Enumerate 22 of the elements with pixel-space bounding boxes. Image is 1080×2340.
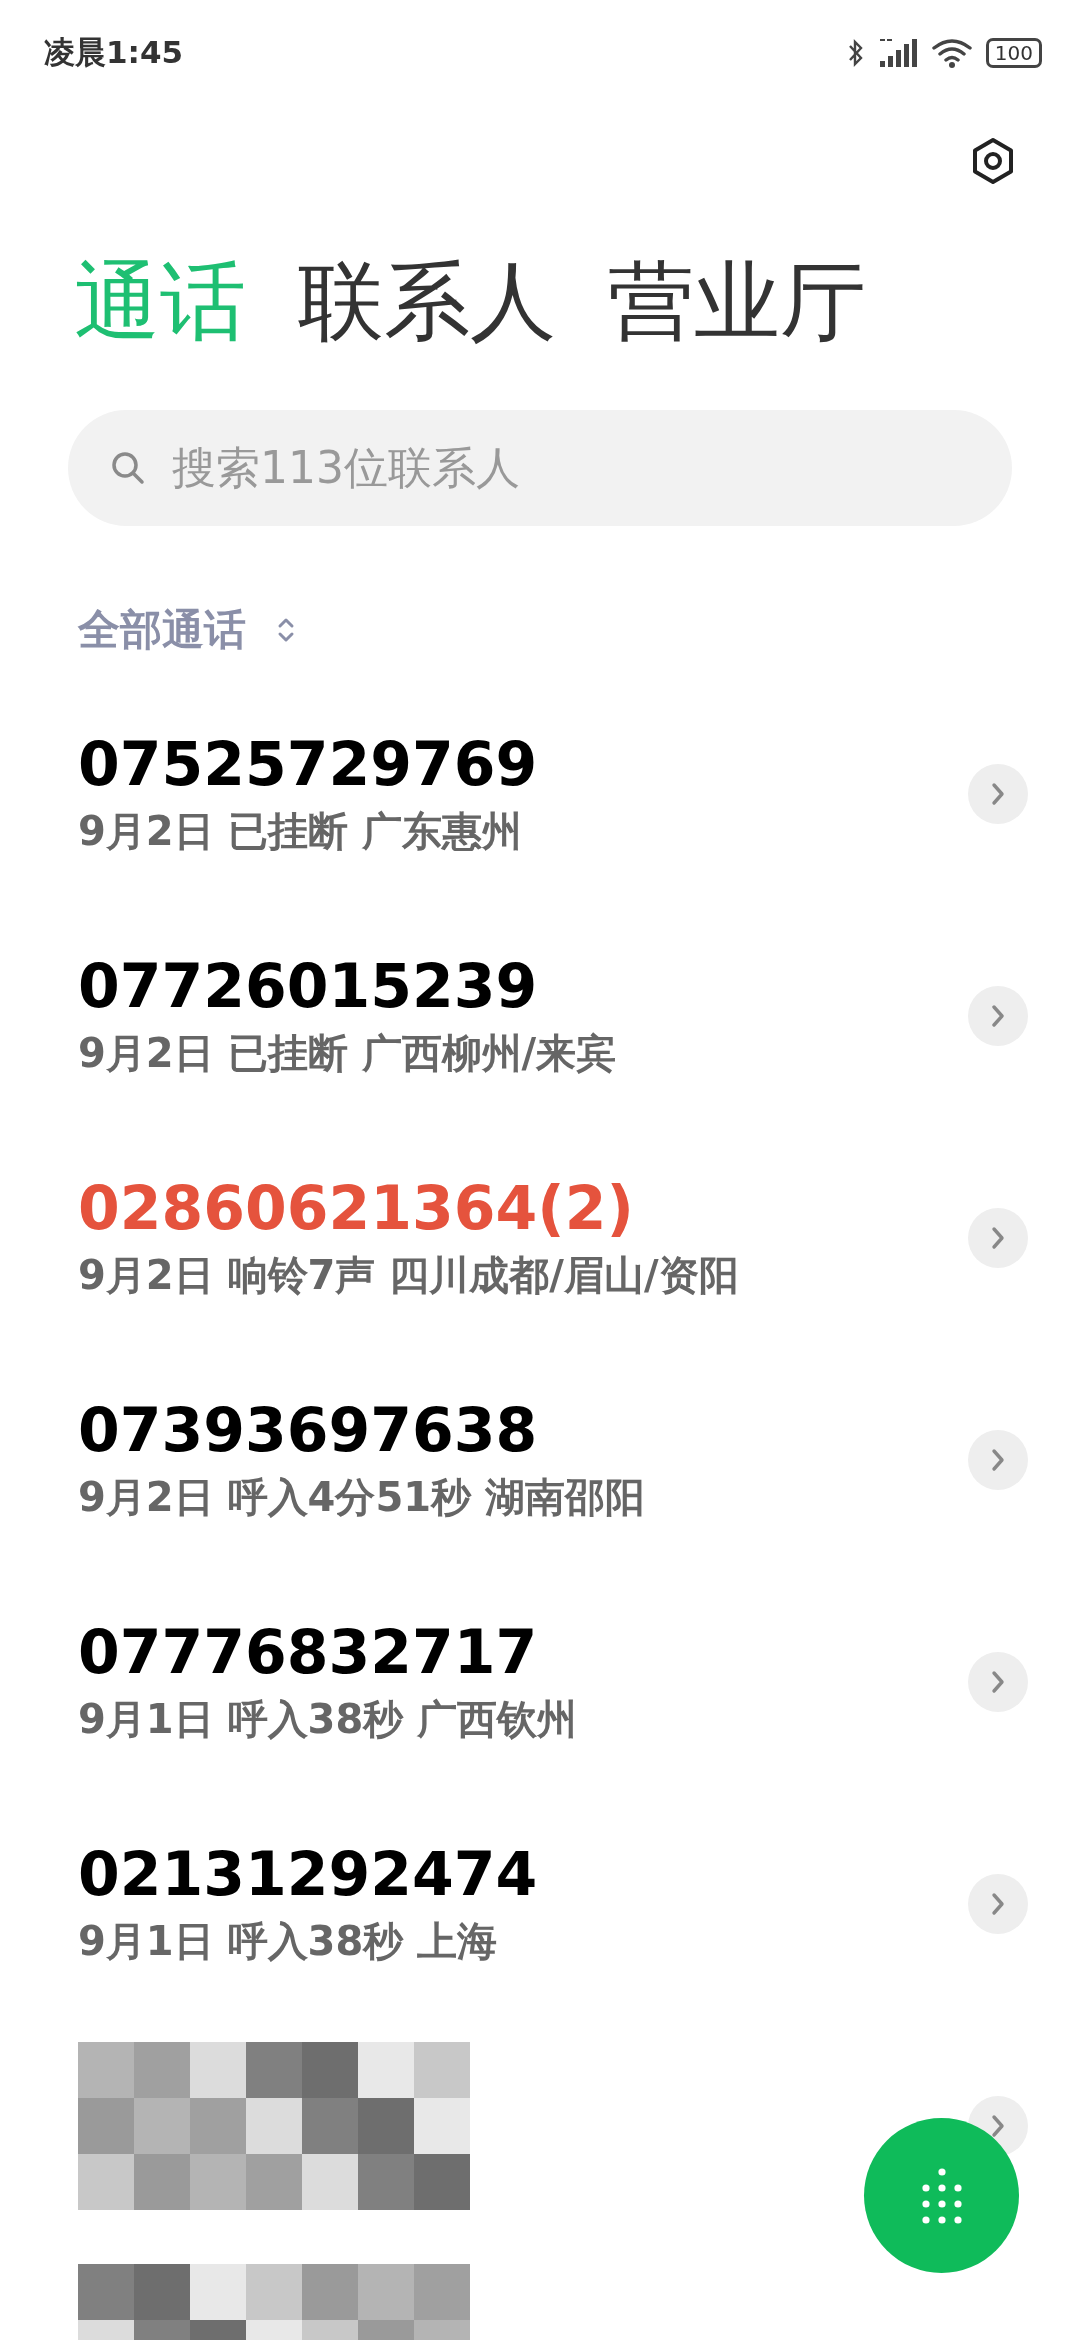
search-bar[interactable]: 搜索113位联系人 xyxy=(68,409,1012,526)
signal-icon xyxy=(877,37,918,69)
dialpad-icon xyxy=(921,2167,962,2224)
phone-number: 07726015239 xyxy=(78,950,539,1023)
call-detail: 9月1日 呼入38秒 上海 xyxy=(78,1917,499,1967)
phone-number: 02860621364(2) xyxy=(78,1172,635,1245)
phone-number: 07393697638 xyxy=(78,1394,539,1467)
status-time: 凌晨1:45 xyxy=(44,33,184,72)
call-detail: 9月2日 已挂断 广西柳州/来宾 xyxy=(78,1029,617,1079)
call-detail: 9月2日 已挂断 广东惠州 xyxy=(78,807,523,857)
bluetooth-icon xyxy=(847,39,864,67)
battery-level: 100 xyxy=(994,43,1033,63)
call-detail: 9月2日 响铃7声 四川成都/眉山/资阳 xyxy=(78,1251,739,1301)
wifi-icon xyxy=(931,38,972,68)
call-detail: 9月1日 呼入38秒 广西钦州 xyxy=(78,1695,578,1745)
phone-number: 02131292474 xyxy=(78,1838,538,1911)
phone-number: 07776832717 xyxy=(78,1616,539,1689)
tab[interactable]: 联系人 xyxy=(298,246,556,358)
phone-number: 07525729769 xyxy=(78,728,538,801)
search-field[interactable]: 搜索113位联系人 xyxy=(170,441,972,495)
call-detail: 9月2日 呼入4分51秒 湖南邵阳 xyxy=(78,1473,645,1523)
tab[interactable]: 营业厅 xyxy=(608,246,866,358)
